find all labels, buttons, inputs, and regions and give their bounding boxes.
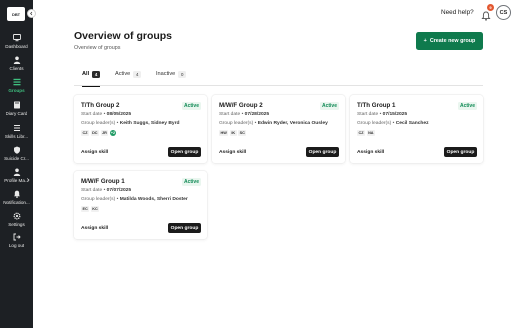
member-chip: CZ (357, 130, 366, 136)
member-chip: KC (90, 206, 100, 212)
member-chip: NA (366, 130, 376, 136)
sidebar-item-settings[interactable]: Settings (0, 211, 33, 227)
avatar[interactable]: CS (496, 5, 511, 20)
member-chip: JR (100, 130, 109, 136)
group-leaders: Group leader(s) • Matilda Woods, Sherri … (81, 197, 188, 202)
sidebar-item-clients[interactable]: Clients (0, 55, 33, 71)
assign-skill-button[interactable]: Assign skill (357, 150, 384, 155)
group-filter-tabs: All 4 Active 4 Inactive 0 (74, 71, 483, 87)
sidebar-item-groups[interactable]: Groups (0, 77, 33, 93)
group-title: T/Th Group 1 (357, 102, 396, 109)
app-logo[interactable]: DBT (7, 7, 25, 21)
member-chip: SC (238, 130, 247, 136)
start-date: Start date • 07/07/2025 (81, 188, 132, 193)
assign-skill-button[interactable]: Assign skill (81, 150, 108, 155)
tab-all[interactable]: All 4 (82, 71, 101, 87)
sidebar-item-profile-management[interactable]: Profile Ma... (0, 167, 33, 183)
assign-skill-button[interactable]: Assign skill (219, 150, 246, 155)
group-leaders: Group leader(s) • Keith Suggs, Sidney By… (81, 121, 180, 126)
assign-skill-button[interactable]: Assign skill (81, 226, 108, 231)
sidebar-item-label: Diary Card (5, 111, 28, 116)
sidebar-item-label: Dashboard (5, 44, 28, 49)
group-title: M/W/F Group 1 (81, 178, 125, 185)
member-chip: EC (81, 206, 90, 212)
profile-icon (12, 167, 21, 176)
member-chip: CZ (81, 130, 90, 136)
page-title: Overview of groups (74, 30, 173, 42)
member-chips: CZ DC JR +2 (81, 130, 116, 136)
sidebar-item-label: Clients (9, 66, 24, 71)
bell-icon (12, 189, 21, 198)
group-card: T/Th Group 2 Active Start date • 08/05/2… (74, 95, 207, 163)
book-icon (12, 100, 21, 109)
groups-icon (12, 77, 21, 86)
create-group-label: Create new group (429, 38, 476, 44)
logout-icon (12, 232, 21, 241)
tab-count: 4 (133, 71, 142, 78)
tab-count: 0 (178, 71, 187, 78)
group-leaders: Group leader(s) • Cecil Sanchez (357, 121, 429, 126)
sidebar-item-diary-card[interactable]: Diary Card (0, 100, 33, 116)
member-chips: CZ NA (357, 130, 376, 136)
tab-label: Active (115, 71, 131, 77)
status-badge: Active (181, 102, 201, 110)
plus-icon: + (423, 38, 427, 44)
sidebar-item-label: Groups (8, 88, 25, 93)
sidebar-item-label: Suicide Cr... (4, 156, 29, 161)
sidebar-item-logout[interactable]: Log out (0, 232, 33, 248)
sidebar-item-label: Notification... (3, 200, 30, 205)
shield-icon (12, 145, 21, 154)
notification-badge: 9 (487, 4, 494, 11)
status-badge: Active (457, 102, 477, 110)
open-group-button[interactable]: Open group (444, 147, 477, 157)
chevron-right-icon (26, 169, 30, 187)
tab-active[interactable]: Active 4 (115, 71, 142, 86)
sidebar: DBT Dashboard Clients Groups Diary Card … (0, 0, 33, 328)
member-chips: EC KC (81, 206, 100, 212)
person-icon (12, 55, 21, 64)
start-date: Start date • 08/05/2025 (81, 112, 132, 117)
group-leaders: Group leader(s) • Edwin Ryder, Veronica … (219, 121, 328, 126)
open-group-button[interactable]: Open group (168, 223, 201, 233)
member-chip: HW (219, 130, 229, 136)
help-link[interactable]: Need help? (441, 9, 474, 16)
tab-count: 4 (92, 71, 101, 78)
start-date: Start date • 07/15/2025 (357, 112, 408, 117)
more-members-chip[interactable]: +2 (109, 130, 116, 136)
open-group-button[interactable]: Open group (168, 147, 201, 157)
group-card: M/W/F Group 2 Active Start date • 07/28/… (212, 95, 345, 163)
sidebar-item-skills-library[interactable]: Skills Libr... (0, 123, 33, 139)
member-chip: IK (229, 130, 237, 136)
tab-label: Inactive (156, 71, 176, 77)
sidebar-item-notifications[interactable]: Notification... (0, 189, 33, 205)
open-group-button[interactable]: Open group (306, 147, 339, 157)
member-chips: HW IK SC (219, 130, 247, 136)
group-card: T/Th Group 1 Active Start date • 07/15/2… (350, 95, 483, 163)
start-date: Start date • 07/28/2025 (219, 112, 270, 117)
chevron-left-icon (30, 11, 33, 16)
create-group-button[interactable]: + Create new group (416, 32, 483, 50)
dashboard-icon (12, 33, 21, 42)
sidebar-item-suicide-crisis[interactable]: Suicide Cr... (0, 145, 33, 161)
tab-inactive[interactable]: Inactive 0 (156, 71, 187, 86)
page-subtitle: Overview of groups (74, 45, 121, 51)
sidebar-item-label: Log out (8, 243, 25, 248)
group-card: M/W/F Group 1 Active Start date • 07/07/… (74, 171, 207, 239)
sidebar-item-label: Settings (8, 222, 25, 227)
gear-icon (12, 211, 21, 220)
member-chip: DC (90, 130, 100, 136)
group-title: M/W/F Group 2 (219, 102, 263, 109)
sidebar-item-label: Skills Libr... (4, 134, 29, 139)
sidebar-collapse-button[interactable] (27, 9, 36, 18)
group-title: T/Th Group 2 (81, 102, 120, 109)
list-icon (12, 123, 21, 132)
status-badge: Active (319, 102, 339, 110)
status-badge: Active (181, 178, 201, 186)
sidebar-item-dashboard[interactable]: Dashboard (0, 33, 33, 49)
tab-label: All (82, 71, 90, 77)
